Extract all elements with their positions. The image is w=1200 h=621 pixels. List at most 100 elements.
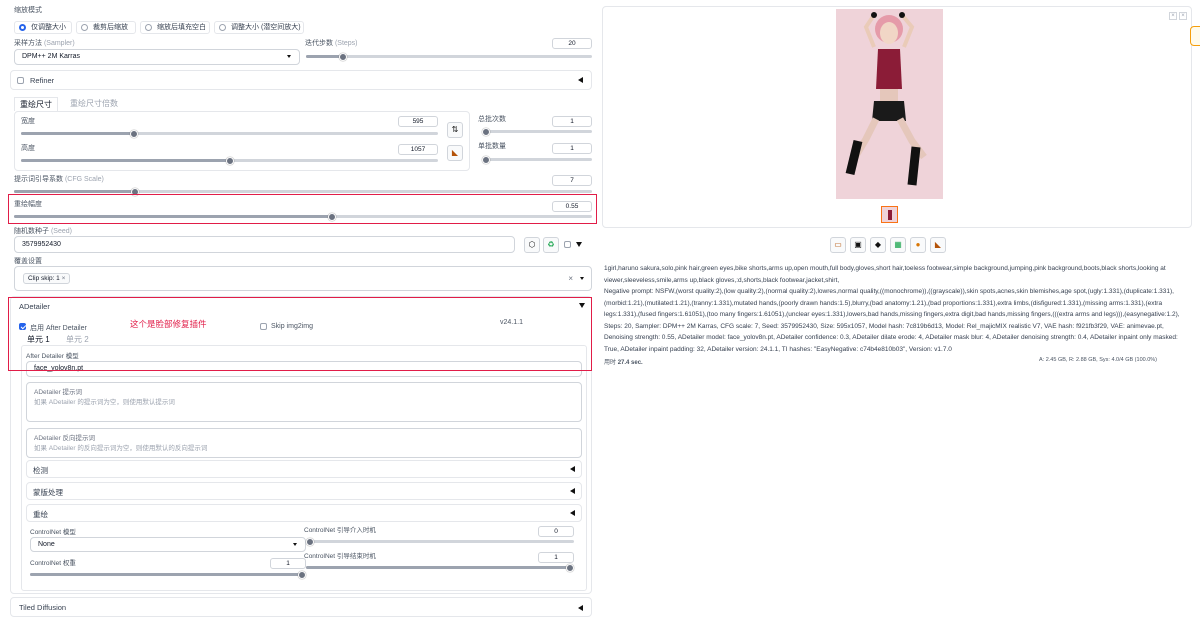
resize-option-0[interactable]: 仅调整大小	[14, 21, 72, 34]
swap-dimensions-icon[interactable]: ⇅	[447, 122, 463, 138]
image-thumbnail[interactable]	[881, 206, 898, 223]
inpaint-accordion[interactable]: 重绘	[26, 504, 582, 522]
resize-mode-panel: 缩放模式 仅调整大小 裁剪后缩放 缩放后填充空白 调整大小 (潜空间放大)	[8, 3, 304, 37]
controlnet-weight-slider[interactable]	[30, 570, 306, 579]
sampler-select[interactable]: DPM++ 2M Karras	[14, 49, 300, 65]
vram-usage: A: 2.45 GB, R: 2.88 GB, Sys: 4.0/4 GB (1…	[1039, 357, 1158, 363]
generation-info: 1girl,haruno sakura,solo,pink hair,green…	[604, 263, 1189, 355]
denoise-slider[interactable]	[14, 212, 592, 221]
height-slider[interactable]	[21, 156, 438, 165]
radio-icon	[145, 24, 152, 31]
close-icon[interactable]: ×	[62, 275, 66, 282]
slider-thumb[interactable]	[225, 156, 234, 165]
adetailer-highlight	[8, 297, 592, 371]
close-icon[interactable]: ×	[1169, 12, 1177, 20]
cfg-input[interactable]: 7	[552, 175, 592, 186]
refiner-label: Refiner	[30, 76, 55, 85]
overrides-select[interactable]: Clip skip: 1 × ×	[14, 266, 592, 291]
refiner-accordion[interactable]: Refiner	[10, 70, 592, 90]
side-widget-icon[interactable]	[1190, 26, 1200, 46]
controlnet-model-select[interactable]: None	[30, 537, 306, 552]
radio-icon	[81, 24, 88, 31]
height-label: 高度	[21, 145, 35, 152]
cfg-label: 提示词引导系数 (CFG Scale)	[14, 176, 104, 183]
ad-negative-textarea[interactable]: ADetailer 反向提示词 如果 ADetailer 的反向提示词为空，则使…	[26, 428, 582, 458]
detection-accordion[interactable]: 检测	[26, 460, 582, 478]
controlnet-end-label: ControlNet 引导结束时机	[304, 553, 376, 560]
cfg-slider[interactable]	[14, 187, 592, 196]
denoise-input[interactable]: 0.55	[552, 201, 592, 212]
batch-count-slider[interactable]	[482, 127, 592, 136]
ruler-icon[interactable]: ◣	[447, 145, 463, 161]
palette-icon[interactable]: ●	[910, 237, 926, 253]
resize-option-1[interactable]: 裁剪后缩放	[76, 21, 136, 34]
batch-size-input[interactable]: 1	[552, 143, 592, 154]
zip-icon[interactable]: ◆	[870, 237, 886, 253]
tab-size[interactable]: 重绘尺寸	[14, 97, 58, 111]
folder-icon[interactable]: ▭	[830, 237, 846, 253]
slider-thumb[interactable]	[298, 570, 306, 579]
steps-label: 迭代步数 (Steps)	[305, 40, 358, 47]
override-chip[interactable]: Clip skip: 1 ×	[23, 273, 71, 284]
steps-input[interactable]: 20	[552, 38, 592, 49]
tiled-diffusion-accordion[interactable]: Tiled Diffusion	[10, 597, 592, 617]
ad-prompt-textarea[interactable]: ADetailer 提示词 如果 ADetailer 的提示词为空，则使用默认提…	[26, 382, 582, 422]
recycle-icon[interactable]: ♻	[543, 237, 559, 253]
send-to-img2img-icon[interactable]: ▦	[890, 237, 906, 253]
clear-icon[interactable]: ×	[568, 274, 573, 283]
controlnet-start-label: ControlNet 引导介入时机	[304, 527, 376, 534]
controlnet-start-slider[interactable]	[306, 537, 574, 546]
controlnet-weight-input[interactable]: 1	[270, 558, 306, 569]
batch-size-slider[interactable]	[482, 155, 592, 164]
output-toolbar: ▭ ▣ ◆ ▦ ● ◣	[830, 237, 950, 253]
seed-input[interactable]: 3579952430	[14, 236, 515, 253]
ruler-icon[interactable]: ◣	[930, 237, 946, 253]
chevron-down-icon[interactable]	[576, 242, 582, 247]
overrides-label: 覆盖设置	[14, 258, 42, 265]
slider-thumb[interactable]	[566, 563, 574, 572]
controlnet-start-input[interactable]: 0	[538, 526, 574, 537]
refiner-checkbox[interactable]	[17, 77, 24, 84]
controlnet-end-slider[interactable]	[306, 563, 574, 572]
denoise-highlight	[8, 194, 597, 224]
sampler-label: 采样方法 (Sampler)	[14, 40, 75, 47]
slider-thumb[interactable]	[306, 537, 314, 546]
slider-thumb[interactable]	[482, 127, 490, 136]
collapse-triangle-icon	[570, 466, 575, 472]
height-input[interactable]: 1057	[398, 144, 438, 155]
collapse-triangle-icon	[570, 488, 575, 494]
chevron-down-icon	[293, 543, 297, 546]
resize-option-2[interactable]: 缩放后填充空白	[140, 21, 210, 34]
chevron-down-icon	[580, 277, 584, 280]
slider-thumb[interactable]	[327, 212, 336, 221]
slider-thumb[interactable]	[129, 129, 138, 138]
steps-slider[interactable]	[306, 52, 592, 61]
ad-negative-placeholder: 如果 ADetailer 的反向提示词为空，则使用默认的反向提示词	[34, 445, 208, 452]
controlnet-end-input[interactable]: 1	[538, 552, 574, 563]
resize-option-3[interactable]: 调整大小 (潜空间放大)	[214, 21, 304, 34]
tab-scale[interactable]: 重绘尺寸倍数	[70, 98, 118, 109]
width-slider[interactable]	[21, 129, 438, 138]
mask-accordion[interactable]: 蒙版处理	[26, 482, 582, 500]
radio-icon	[19, 24, 26, 31]
chevron-down-icon	[287, 55, 291, 58]
collapse-triangle-icon	[578, 77, 583, 83]
denoise-label: 重绘幅度	[14, 201, 42, 208]
output-gallery: × ×	[602, 6, 1192, 228]
extra-seed-checkbox[interactable]	[564, 241, 571, 248]
figure-illustration	[845, 12, 927, 186]
batch-count-input[interactable]: 1	[552, 116, 592, 127]
save-icon[interactable]: ▣	[850, 237, 866, 253]
slider-thumb[interactable]	[339, 52, 348, 61]
prompt-text: 1girl,haruno sakura,solo,pink hair,green…	[604, 265, 1166, 284]
dice-icon[interactable]: ⬡	[524, 237, 540, 253]
negative-prompt-text: Negative prompt: NSFW,(worst quality:2),…	[604, 288, 1180, 318]
slider-thumb[interactable]	[482, 155, 490, 164]
generated-image[interactable]	[836, 9, 943, 199]
download-icon[interactable]: ×	[1179, 12, 1187, 20]
time-taken: 用时 27.4 sec.	[604, 360, 643, 366]
width-input[interactable]: 595	[398, 116, 438, 127]
collapse-triangle-icon	[570, 510, 575, 516]
size-tabs: 重绘尺寸 重绘尺寸倍数	[14, 96, 214, 111]
radio-icon	[219, 24, 226, 31]
